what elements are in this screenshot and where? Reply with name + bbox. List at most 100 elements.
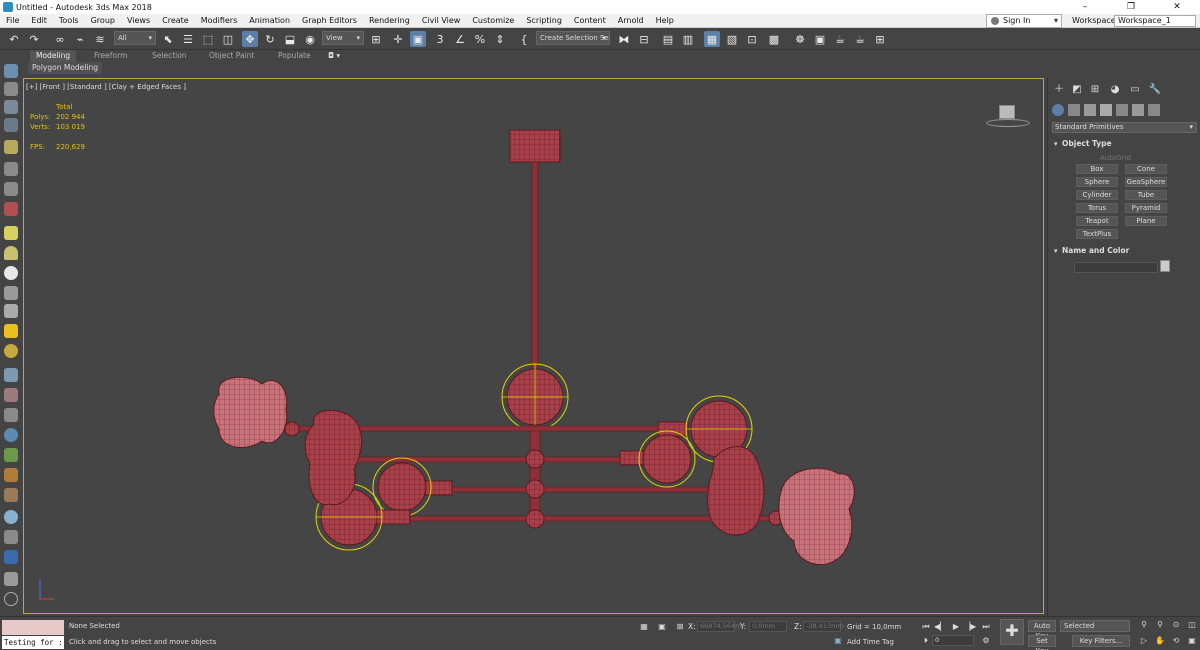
go-to-start-icon[interactable]: ⏮	[920, 621, 932, 633]
hierarchy-tab-icon[interactable]: ⊞	[1088, 84, 1102, 96]
render-setup-icon[interactable]: ☸	[792, 31, 808, 47]
key-filters-button[interactable]: Key Filters...	[1072, 635, 1130, 647]
cone-button[interactable]: Cone	[1125, 164, 1167, 174]
reference-coordinate-dropdown[interactable]: View ▾	[322, 31, 364, 45]
add-time-tag[interactable]: Add Time Tag	[847, 638, 894, 646]
curve-editor-icon[interactable]: ▧	[724, 31, 740, 47]
menu-views[interactable]: Views	[121, 16, 156, 25]
zoom-extents-icon[interactable]: ⊙	[1170, 619, 1182, 631]
menu-civil-view[interactable]: Civil View	[416, 16, 467, 25]
time-tag-icon[interactable]: ▣	[832, 635, 844, 647]
render-in-cloud-icon[interactable]: ⊞	[872, 31, 888, 47]
lock-selection-icon[interactable]: ▣	[656, 621, 668, 633]
toggle-layer-explorer-icon[interactable]: ▥	[680, 31, 696, 47]
menu-graph-editors[interactable]: Graph Editors	[296, 16, 363, 25]
group-icon[interactable]	[4, 530, 18, 544]
absolute-mode-icon[interactable]: ⊠	[674, 621, 686, 633]
manipulate-icon[interactable]: ✛	[390, 31, 406, 47]
menu-group[interactable]: Group	[85, 16, 121, 25]
tab-modeling[interactable]: Modeling	[30, 50, 77, 62]
modify-tab-icon[interactable]: ◩	[1070, 84, 1084, 96]
go-to-end-icon[interactable]: ⏭	[980, 621, 992, 633]
cylinder-button[interactable]: Cylinder	[1076, 190, 1118, 200]
shapes-icon[interactable]	[1068, 104, 1080, 116]
dome-icon[interactable]	[4, 246, 18, 260]
menu-customize[interactable]: Customize	[466, 16, 520, 25]
rendered-frame-window-icon[interactable]: ▣	[812, 31, 828, 47]
pan-icon[interactable]: ✋	[1154, 635, 1166, 647]
mirror-icon[interactable]: ⧓	[616, 31, 632, 47]
y-coordinate-field[interactable]: 0,0mm	[749, 621, 787, 632]
display-tab-icon[interactable]: ▭	[1128, 84, 1142, 96]
angle-snap-icon[interactable]: ∠	[452, 31, 468, 47]
autogrid-checkbox[interactable]: AutoGrid	[1100, 154, 1131, 162]
time-configuration-icon[interactable]: ⚙	[980, 635, 992, 647]
menu-scripting[interactable]: Scripting	[520, 16, 568, 25]
help-icon[interactable]	[4, 592, 18, 606]
snaps-toggle-icon[interactable]: 3	[432, 31, 448, 47]
systems-icon[interactable]	[4, 202, 18, 216]
lights-icon[interactable]	[1084, 104, 1096, 116]
z-coordinate-field[interactable]: -38,413mm	[803, 621, 844, 632]
play-icon[interactable]: ▶	[950, 621, 962, 633]
brush-icon[interactable]	[4, 388, 18, 402]
tab-populate[interactable]: Populate	[272, 50, 317, 62]
menu-file[interactable]: File	[0, 16, 25, 25]
zoom-extents-all-icon[interactable]: ◫	[1186, 619, 1198, 631]
utilities-tab-icon[interactable]: 🔧	[1148, 84, 1162, 96]
select-and-place-icon[interactable]: ◉	[302, 31, 318, 47]
material-ball-icon[interactable]	[4, 344, 18, 358]
camera-blue-icon[interactable]	[4, 550, 18, 564]
menu-modifiers[interactable]: Modifiers	[195, 16, 244, 25]
geosphere-button[interactable]: GeoSphere	[1125, 177, 1167, 187]
menu-arnold[interactable]: Arnold	[612, 16, 650, 25]
previous-frame-icon[interactable]: ◀▏	[934, 621, 946, 633]
textplus-button[interactable]: TextPlus	[1076, 229, 1118, 239]
menu-animation[interactable]: Animation	[243, 16, 296, 25]
menu-rendering[interactable]: Rendering	[363, 16, 416, 25]
grid-icon[interactable]	[4, 118, 18, 132]
name-and-color-rollout[interactable]: ▾ Name and Color	[1052, 245, 1197, 257]
plane-object-icon[interactable]	[4, 226, 18, 240]
workspace-select[interactable]: Workspace_1	[1114, 15, 1196, 27]
pivot-center-icon[interactable]: ⊞	[368, 31, 384, 47]
maxscript-input[interactable]: Testing for :	[2, 636, 64, 649]
cone-icon[interactable]	[4, 304, 18, 318]
x-coordinate-field[interactable]: 66874,564m	[697, 621, 741, 632]
layer-explorer-icon[interactable]	[4, 100, 18, 114]
selection-filter-dropdown[interactable]: All ▾	[114, 31, 156, 45]
sphere-blue-icon[interactable]	[4, 510, 18, 524]
select-and-move-icon[interactable]: ✥	[242, 31, 258, 47]
named-selection-sets-dropdown[interactable]: Create Selection Se ▾	[536, 31, 610, 45]
animal-icon[interactable]	[4, 468, 18, 482]
particles-icon[interactable]	[4, 368, 18, 382]
cylinder-icon[interactable]	[4, 572, 18, 586]
object-color-swatch[interactable]	[1160, 260, 1170, 272]
tab-selection[interactable]: Selection	[146, 50, 193, 62]
maximize-viewport-icon[interactable]: ▣	[1186, 635, 1198, 647]
create-tab-icon[interactable]: ＋	[1052, 84, 1066, 96]
bind-space-warp-icon[interactable]: ≋	[92, 31, 108, 47]
motion-tab-icon[interactable]: ◕	[1108, 84, 1122, 96]
window-crossing-icon[interactable]: ◫	[220, 31, 236, 47]
auto-key-button[interactable]: Auto Key	[1028, 620, 1056, 640]
tab-object-paint[interactable]: Object Paint	[203, 50, 260, 62]
unlink-icon[interactable]: ⌁	[72, 31, 88, 47]
tube-button[interactable]: Tube	[1125, 190, 1167, 200]
sphere-button[interactable]: Sphere	[1076, 177, 1118, 187]
shape-icon[interactable]	[4, 182, 18, 196]
viewport-front[interactable]: [+] [Front ] [Standard ] [Clay + Edged F…	[23, 78, 1044, 614]
field-of-view-icon[interactable]: ▷	[1138, 635, 1150, 647]
systems-icon[interactable]	[1148, 104, 1160, 116]
sign-in-dropdown[interactable]: Sign In ▾	[986, 14, 1062, 28]
scene-explorer-icon[interactable]	[4, 82, 18, 96]
key-mode-icon[interactable]: ⏵	[920, 635, 932, 647]
object-type-rollout[interactable]: ▾ Object Type	[1052, 138, 1197, 150]
menu-edit[interactable]: Edit	[25, 16, 53, 25]
close-button[interactable]: ✕	[1154, 0, 1200, 14]
sphere-icon[interactable]	[4, 266, 18, 280]
maximize-button[interactable]: ❐	[1108, 0, 1154, 14]
zoom-icon[interactable]: ⚲	[1138, 619, 1150, 631]
torus-button[interactable]: Torus	[1076, 203, 1118, 213]
geometry-icon[interactable]	[1052, 104, 1064, 116]
